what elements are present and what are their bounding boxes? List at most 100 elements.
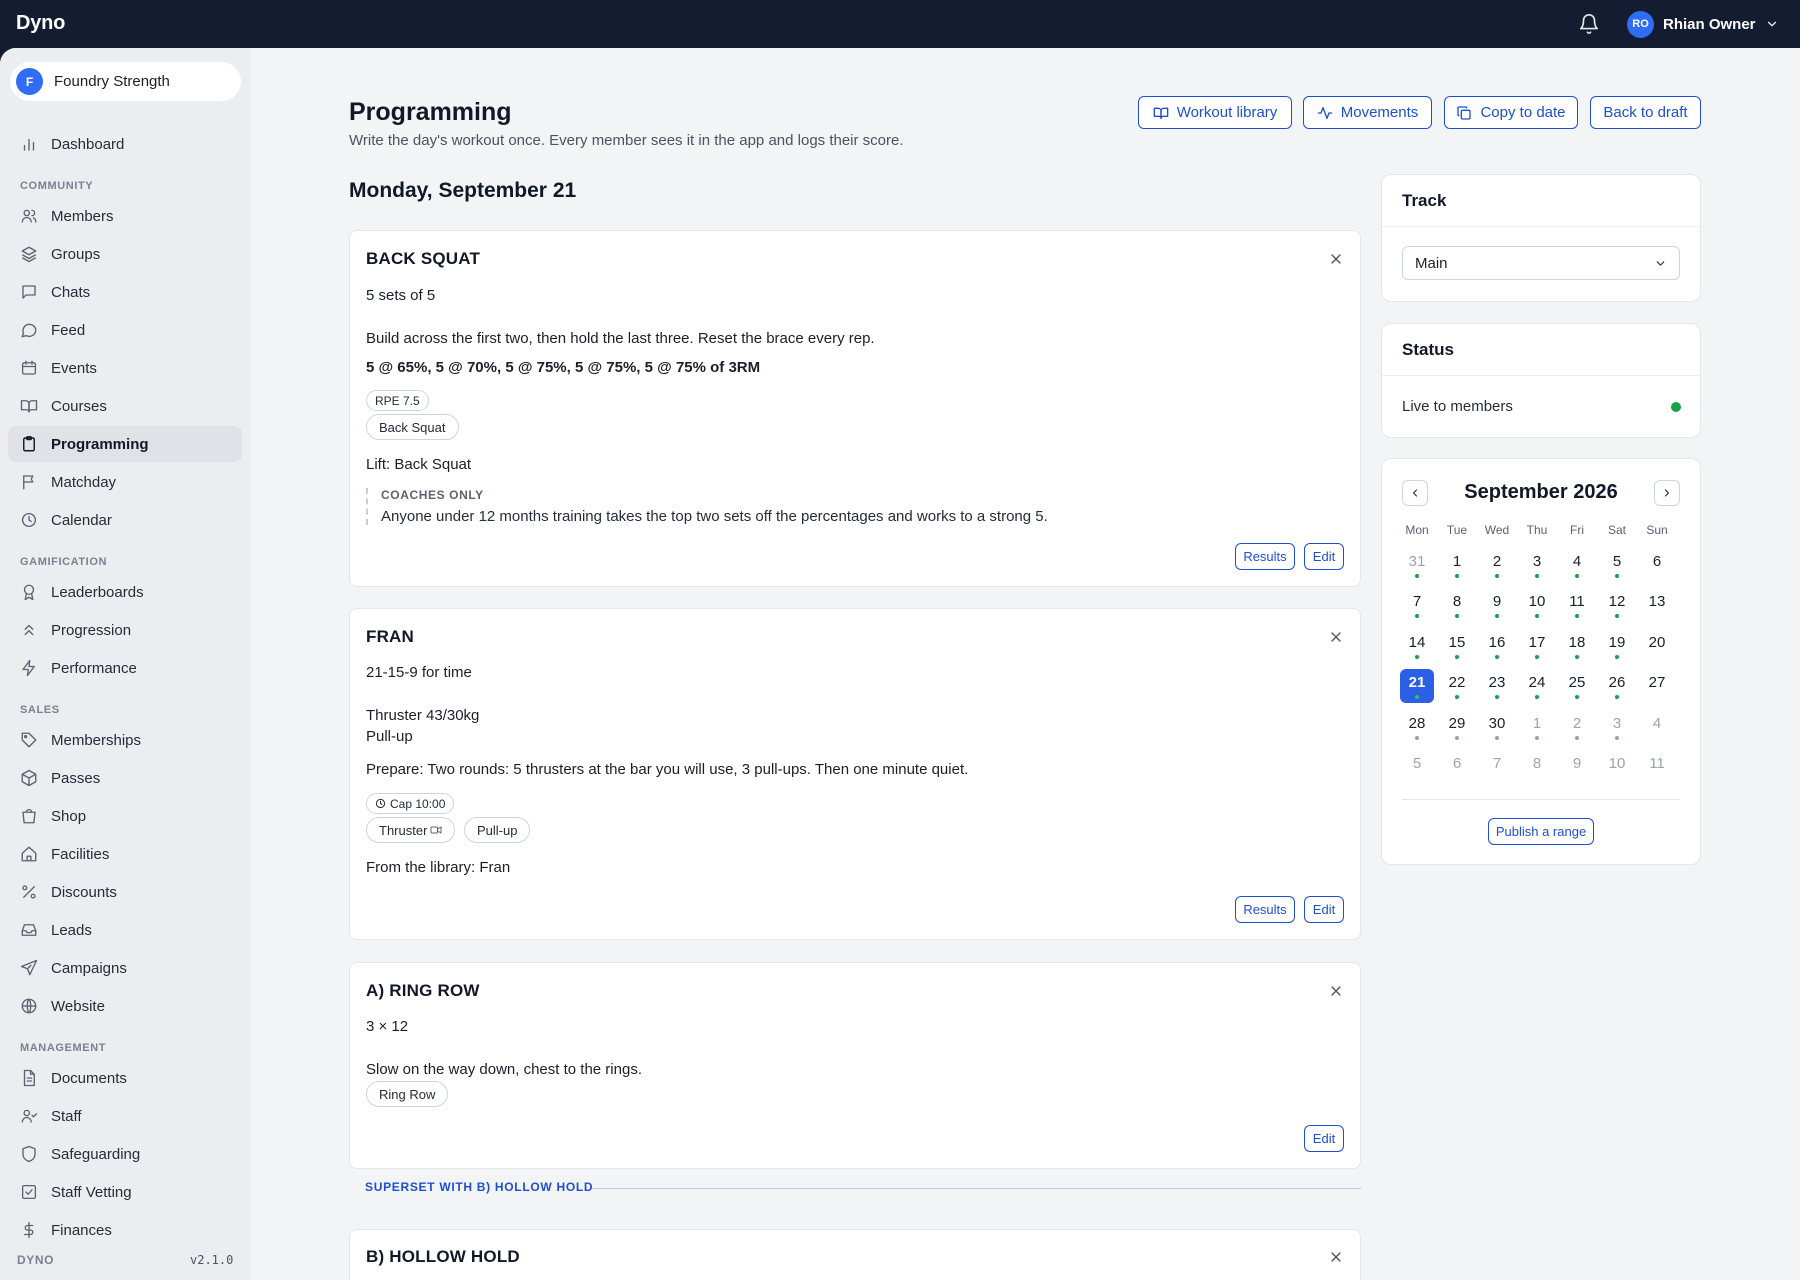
sidebar-item-staff[interactable]: Staff [8, 1098, 242, 1134]
calendar-day[interactable]: 11 [1560, 588, 1594, 622]
sidebar-item-documents[interactable]: Documents [8, 1060, 242, 1096]
edit-button[interactable]: Edit [1304, 1125, 1344, 1152]
back-to-draft-button[interactable]: Back to draft [1590, 96, 1701, 129]
sidebar-item-calendar[interactable]: Calendar [8, 502, 242, 538]
brand-logo[interactable]: Dyno [16, 12, 65, 35]
results-button[interactable]: Results [1235, 896, 1295, 923]
close-icon[interactable] [1328, 1249, 1344, 1265]
sidebar-item-campaigns[interactable]: Campaigns [8, 950, 242, 986]
close-icon[interactable] [1328, 251, 1344, 267]
calendar-day[interactable]: 31 [1400, 548, 1434, 582]
movements-button[interactable]: Movements [1303, 96, 1432, 129]
calendar-day[interactable]: 6 [1440, 750, 1474, 784]
calendar-day[interactable]: 6 [1640, 548, 1674, 582]
calendar-day[interactable]: 28 [1400, 710, 1434, 744]
sidebar-item-leaderboards[interactable]: Leaderboards [8, 574, 242, 610]
publish-range-button[interactable]: Publish a range [1488, 818, 1594, 845]
calendar-day[interactable]: 11 [1640, 750, 1674, 784]
sidebar-item-performance[interactable]: Performance [8, 650, 242, 686]
bell-icon[interactable] [1578, 13, 1600, 35]
movement-pill[interactable]: Thruster [366, 817, 456, 843]
calendar-day[interactable]: 8 [1520, 750, 1554, 784]
results-button[interactable]: Results [1235, 543, 1295, 570]
sidebar-item-website[interactable]: Website [8, 988, 242, 1024]
org-switcher[interactable]: F Foundry Strength [10, 62, 241, 101]
calendar-day[interactable]: 3 [1600, 710, 1634, 744]
calendar-day[interactable]: 4 [1640, 710, 1674, 744]
calendar-day[interactable]: 13 [1640, 588, 1674, 622]
calendar-day[interactable]: 16 [1480, 629, 1514, 663]
next-month-button[interactable] [1654, 480, 1680, 506]
sidebar-item-progression[interactable]: Progression [8, 612, 242, 648]
calendar-day[interactable]: 26 [1600, 669, 1634, 703]
calendar-day[interactable]: 27 [1640, 669, 1674, 703]
sidebar-item-discounts[interactable]: Discounts [8, 874, 242, 910]
workout-indicator-dot [1615, 695, 1619, 700]
sidebar-item-programming[interactable]: Programming [8, 426, 242, 462]
calendar-day[interactable]: 2 [1480, 548, 1514, 582]
calendar-day[interactable]: 7 [1480, 750, 1514, 784]
workout-indicator-dot [1575, 614, 1579, 619]
calendar-day[interactable]: 29 [1440, 710, 1474, 744]
sidebar-item-members[interactable]: Members [8, 198, 242, 234]
sidebar-item-facilities[interactable]: Facilities [8, 836, 242, 872]
movement-pill[interactable]: Back Squat [366, 414, 459, 440]
movement-pill[interactable]: Ring Row [366, 1081, 449, 1107]
calendar-day[interactable]: 24 [1520, 669, 1554, 703]
sidebar-item-events[interactable]: Events [8, 350, 242, 386]
sidebar-item-passes[interactable]: Passes [8, 760, 242, 796]
close-icon[interactable] [1328, 629, 1344, 645]
sidebar-item-feed[interactable]: Feed [8, 312, 242, 348]
copy-to-date-button[interactable]: Copy to date [1444, 96, 1578, 129]
coach-note-text: Anyone under 12 months training takes th… [381, 508, 1048, 525]
track-select[interactable]: Main [1402, 246, 1680, 280]
calendar-day[interactable]: 14 [1400, 629, 1434, 663]
workout-library-button[interactable]: Workout library [1138, 96, 1292, 129]
calendar-day[interactable]: 9 [1560, 750, 1594, 784]
calendar-day[interactable]: 1 [1440, 548, 1474, 582]
calendar-day[interactable]: 21 [1400, 669, 1434, 704]
calendar-day[interactable]: 10 [1520, 588, 1554, 622]
sidebar-item-safeguarding[interactable]: Safeguarding [8, 1136, 242, 1172]
workout-indicator-dot [1455, 695, 1459, 700]
calendar-day[interactable]: 15 [1440, 629, 1474, 663]
calendar-day[interactable]: 20 [1640, 629, 1674, 663]
sidebar-item-staff-vetting[interactable]: Staff Vetting [8, 1174, 242, 1210]
sidebar-item-shop[interactable]: Shop [8, 798, 242, 834]
sidebar-item-groups[interactable]: Groups [8, 236, 242, 272]
calendar-day[interactable]: 18 [1560, 629, 1594, 663]
calendar-day[interactable]: 19 [1600, 629, 1634, 663]
calendar-day[interactable]: 8 [1440, 588, 1474, 622]
calendar-day[interactable]: 30 [1480, 710, 1514, 744]
movement-pill[interactable]: Pull-up [464, 817, 531, 843]
version-label: v2.1.0 [190, 1253, 234, 1267]
edit-button[interactable]: Edit [1304, 543, 1344, 570]
calendar-day[interactable]: 12 [1600, 588, 1634, 622]
top-bar: Dyno RO Rhian Owner [0, 0, 1800, 48]
section-management: MANAGEMENT [20, 1042, 107, 1054]
calendar-day[interactable]: 2 [1560, 710, 1594, 744]
calendar-day[interactable]: 4 [1560, 548, 1594, 582]
calendar-day[interactable]: 3 [1520, 548, 1554, 582]
calendar-day[interactable]: 23 [1480, 669, 1514, 703]
sidebar-item-courses[interactable]: Courses [8, 388, 242, 424]
sidebar-item-leads[interactable]: Leads [8, 912, 242, 948]
calendar-day[interactable]: 25 [1560, 669, 1594, 703]
calendar-day[interactable]: 1 [1520, 710, 1554, 744]
sidebar-item-finances[interactable]: Finances [8, 1212, 242, 1248]
calendar-day[interactable]: 22 [1440, 669, 1474, 703]
calendar-day[interactable]: 9 [1480, 588, 1514, 622]
sidebar-item-chats[interactable]: Chats [8, 274, 242, 310]
calendar-day[interactable]: 10 [1600, 750, 1634, 784]
edit-button[interactable]: Edit [1304, 896, 1344, 923]
workout-indicator-dot [1535, 695, 1539, 700]
calendar-day[interactable]: 5 [1600, 548, 1634, 582]
user-menu[interactable]: RO Rhian Owner [1627, 10, 1779, 38]
sidebar-item-memberships[interactable]: Memberships [8, 722, 242, 758]
sidebar-item-matchday[interactable]: Matchday [8, 464, 242, 500]
close-icon[interactable] [1328, 983, 1344, 999]
calendar-day[interactable]: 17 [1520, 629, 1554, 663]
sidebar-item-dashboard[interactable]: Dashboard [8, 126, 242, 162]
calendar-day[interactable]: 7 [1400, 588, 1434, 622]
calendar-day[interactable]: 5 [1400, 750, 1434, 784]
